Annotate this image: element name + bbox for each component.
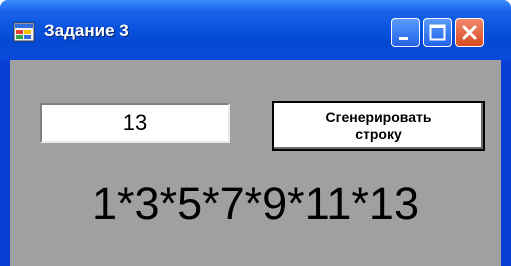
app-window: Задание 3 13 Сгенерировать строку 1*3*5*… [0,0,511,266]
generate-string-button[interactable]: Сгенерировать строку [272,101,485,151]
minimize-icon [399,37,408,40]
generate-button-label-line2: строку [355,126,402,142]
title-bar[interactable]: Задание 3 [0,0,511,60]
close-button[interactable] [455,18,484,47]
close-icon [462,25,477,40]
form-client-area [10,60,501,266]
minimize-button[interactable] [391,18,420,47]
maximize-button[interactable] [423,18,452,47]
window-title: Задание 3 [44,21,129,40]
maximize-icon [429,24,446,41]
application-window-icon [13,22,35,42]
generate-button-label-line1: Сгенерировать [325,109,432,125]
number-input[interactable]: 13 [40,103,230,143]
result-label: 1*3*5*7*9*11*13 [92,178,419,229]
